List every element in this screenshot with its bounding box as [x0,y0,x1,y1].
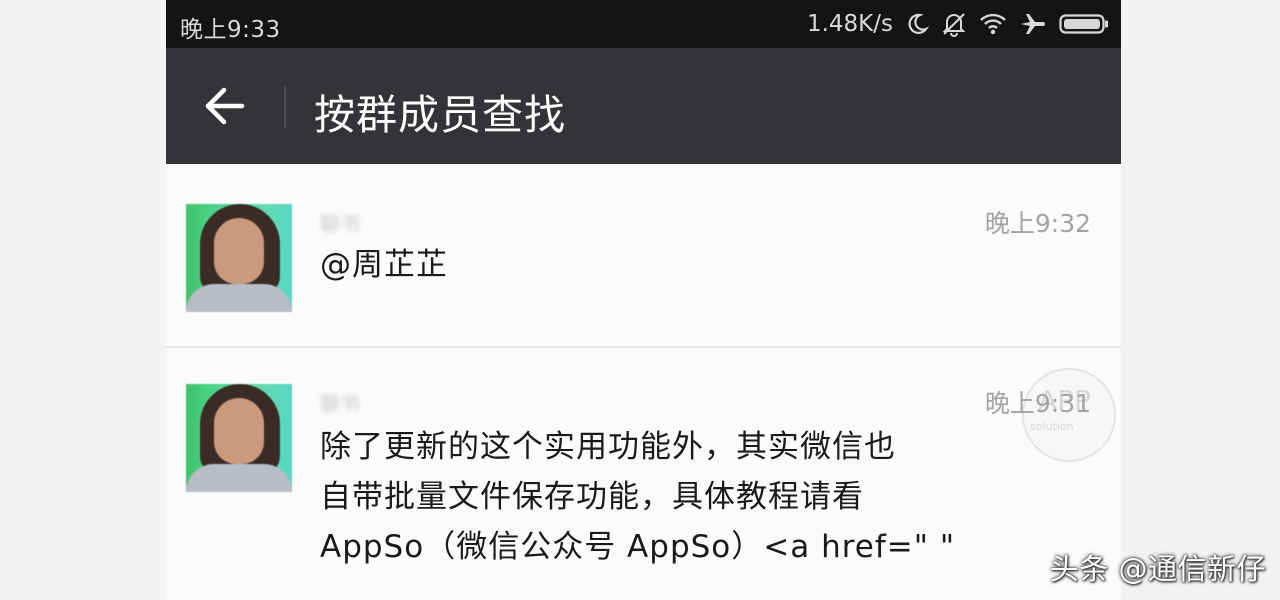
list-item[interactable]: 聊书 晚上9:32 @周芷芷 [166,164,1121,348]
sender-name: 聊书 [320,392,360,416]
message-line: 除了更新的这个实用功能外，其实微信也 [320,429,896,465]
status-bar: 晚上9:33 1.48K/s [166,0,1121,48]
status-time: 晚上9:33 [180,17,281,43]
bell-muted-icon [941,11,967,37]
source-credit: 头条 @通信新仔 [1049,552,1266,586]
network-speed: 1.48K/s [806,11,893,37]
list-item[interactable]: APP solution 聊书 晚上9:31 除了更新的这个实用功能外，其实微信… [166,346,1121,600]
airplane-icon [1019,12,1047,36]
sender-name: 聊书 [320,212,360,236]
page-title: 按群成员查找 [314,91,566,139]
phone-screen: 晚上9:33 1.48K/s 按群成员查找 聊书 晚上9:32 @周芷芷 APP… [166,0,1121,600]
message-text: 除了更新的这个实用功能外，其实微信也 自带批量文件保存功能，具体教程请看 App… [320,422,1090,572]
back-button[interactable] [192,74,256,138]
status-icons: 1.48K/s [807,8,1109,40]
avatar[interactable] [186,204,292,312]
avatar[interactable] [186,384,292,492]
back-arrow-icon [205,87,245,125]
message-search-results: 聊书 晚上9:32 @周芷芷 APP solution 聊书 晚上9:31 除了… [166,164,1121,600]
message-line: AppSo（微信公众号 AppSo）<a href=" " [320,529,956,565]
app-bar: 按群成员查找 [166,48,1121,164]
wifi-icon [979,12,1007,36]
moon-icon [905,12,929,36]
message-timestamp: 晚上9:31 [984,389,1091,418]
app-bar-divider [284,86,286,128]
message-text: @周芷芷 [320,247,448,283]
battery-icon [1059,12,1109,36]
message-line: 自带批量文件保存功能，具体教程请看 [320,479,864,515]
message-timestamp: 晚上9:32 [984,209,1091,238]
